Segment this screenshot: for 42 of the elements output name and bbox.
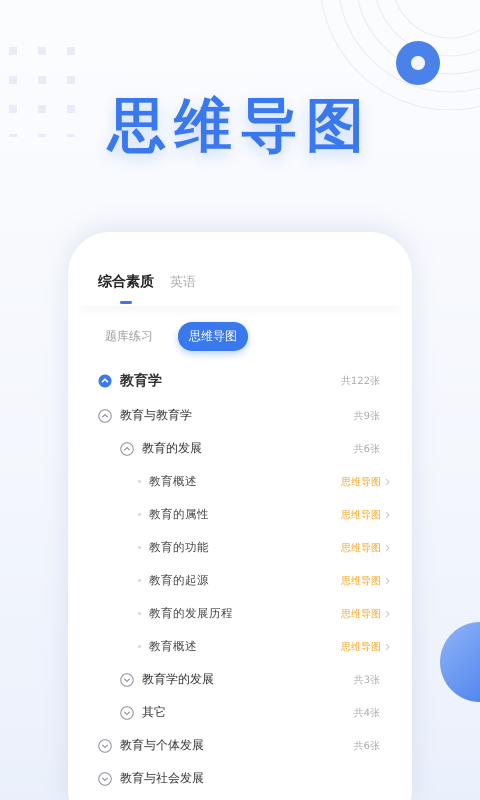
tree-item[interactable]: 教育的发展历程 bbox=[149, 606, 233, 621]
tree-item[interactable]: 教育概述 bbox=[149, 474, 197, 489]
count-label: 共9张 bbox=[354, 410, 380, 422]
tree-item[interactable]: 教育与教育学 bbox=[120, 407, 192, 424]
chevron-right-icon bbox=[385, 478, 390, 486]
chevron-right-icon bbox=[385, 510, 390, 518]
count-label: 共3张 bbox=[354, 674, 380, 686]
tree-item[interactable]: 教育的属性 bbox=[149, 507, 209, 522]
count-label: 共4张 bbox=[354, 706, 380, 720]
segment-button[interactable]: 思维导图 bbox=[178, 322, 248, 351]
tree-item[interactable]: 教育的功能 bbox=[149, 540, 209, 555]
tree-item[interactable]: 教育的起源 bbox=[149, 573, 209, 588]
count-label: 共6张 bbox=[354, 442, 380, 456]
tree-item[interactable]: 教育学的发展 bbox=[142, 671, 214, 688]
chevron-right-icon bbox=[385, 610, 390, 618]
count-label: 共122张 bbox=[340, 374, 380, 388]
chevron-right-icon bbox=[385, 576, 390, 584]
bullet-icon bbox=[138, 645, 141, 648]
headline: 思维导图 bbox=[108, 92, 372, 158]
bullet-icon bbox=[138, 546, 141, 549]
chevron-icon[interactable] bbox=[98, 738, 112, 752]
tree-item[interactable]: 教育概述 bbox=[149, 639, 197, 654]
chevron-icon[interactable] bbox=[120, 442, 134, 456]
chevron-right-icon bbox=[385, 642, 390, 650]
tree-item[interactable]: 教育与社会发展 bbox=[120, 770, 204, 787]
chevron-icon[interactable] bbox=[98, 772, 112, 786]
tree-item[interactable]: 其它 bbox=[142, 704, 166, 721]
bullet-icon bbox=[138, 480, 141, 483]
count-label: 共6张 bbox=[354, 740, 380, 752]
bullet-icon bbox=[138, 513, 141, 516]
chevron-icon[interactable] bbox=[120, 706, 134, 720]
chevron-icon[interactable] bbox=[98, 374, 112, 388]
chevron-right-icon bbox=[385, 544, 390, 552]
tree-item[interactable]: 教育与个体发展 bbox=[120, 737, 204, 754]
chevron-icon[interactable] bbox=[98, 408, 112, 422]
bullet-icon bbox=[138, 612, 141, 615]
tab[interactable]: 综合素质 bbox=[98, 270, 154, 304]
bullet-icon bbox=[138, 579, 141, 582]
chevron-icon[interactable] bbox=[120, 672, 134, 686]
sphere-decoration-icon bbox=[440, 622, 480, 702]
tree-item[interactable]: 教育的发展 bbox=[142, 440, 202, 457]
tree-item[interactable]: 教育学 bbox=[120, 372, 162, 390]
